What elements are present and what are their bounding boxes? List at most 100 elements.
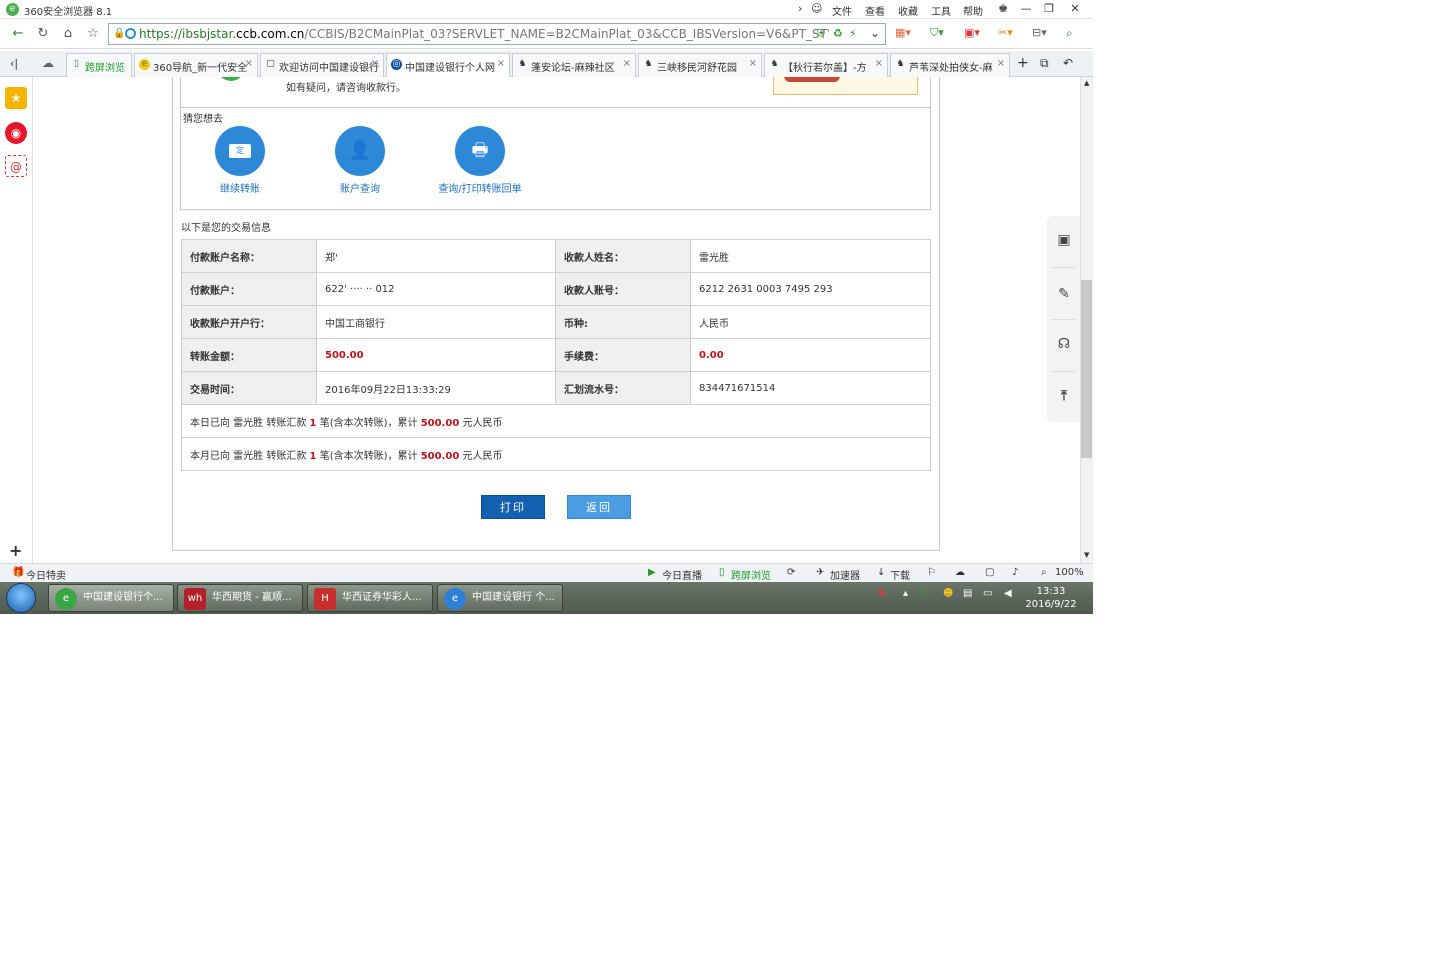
zoom-level[interactable]: 100% (1055, 567, 1084, 578)
speed-icon[interactable]: ⚡ (849, 27, 857, 40)
minimize-button[interactable]: — (1014, 1, 1038, 17)
sogou-icon[interactable]: S (878, 588, 885, 599)
taskbar-item-ie[interactable]: e 中国建设银行 个... (437, 584, 563, 612)
table-row: 本月已向 雷光胜 转账汇款 1 笔(含本次转账)，累计 500.00 元人民币 (181, 437, 931, 471)
status-accelerator[interactable]: 加速器 (830, 567, 860, 582)
close-tab-icon[interactable]: × (371, 58, 379, 69)
apps-icon[interactable]: ▦▾ (895, 26, 911, 39)
window-icon[interactable]: ▢ (985, 567, 994, 578)
security-tray-icon[interactable]: ⛨ (919, 588, 927, 599)
security-icon[interactable]: ⛉▾ (930, 26, 944, 40)
daily-deals-link[interactable]: 今日特卖 (26, 567, 66, 582)
divider (1051, 371, 1076, 372)
status-cross-screen[interactable]: 跨屏浏览 (731, 567, 771, 582)
taskbar-item-futures[interactable]: wh 华西期货 - 赢顺... (177, 584, 303, 612)
promo-banner[interactable] (773, 77, 918, 95)
tab-bbs-2[interactable]: ♞ 三峡移民河舒花园 × (638, 53, 762, 77)
fee-label: 手续费： (555, 338, 691, 372)
star-icon[interactable]: ☆ (84, 26, 102, 42)
pdf-icon[interactable]: ▣▾ (964, 26, 980, 39)
network-tray-icon[interactable]: ▭ (983, 588, 992, 599)
flag-icon[interactable]: ⚐ (927, 567, 936, 578)
volume-tray-icon[interactable]: ◀ (1004, 588, 1012, 599)
amount-label: 转账金额： (181, 338, 317, 372)
menu-favorites[interactable]: 收藏 (898, 3, 918, 18)
time-label: 交易时间： (181, 371, 317, 405)
tab-ccb-welcome[interactable]: ▢ 欢迎访问中国建设银行 × (260, 53, 384, 77)
quick-action-account-query[interactable]: 👤 账户查询 (290, 126, 430, 195)
menu-view[interactable]: 查看 (865, 3, 885, 18)
address-row: ← ↻ ⌂ ☆ 🔒 https://ibsbjstar.ccb.com.cn/C… (0, 19, 1093, 49)
close-tab-icon[interactable]: × (749, 58, 757, 69)
windows-start-icon[interactable] (6, 583, 36, 613)
close-tab-icon[interactable]: × (997, 58, 1005, 69)
refresh-icon[interactable]: ↻ (34, 26, 52, 42)
tab-bbs-1[interactable]: ♞ 蓬安论坛-麻辣社区 × (512, 53, 636, 77)
tab-360-nav[interactable]: e 360导航_新一代安全 × (134, 53, 258, 77)
scroll-thumb[interactable] (1081, 280, 1092, 458)
translate-icon[interactable]: ⊟▾ (1032, 26, 1047, 39)
usb-tray-icon[interactable]: ▤ (963, 588, 972, 599)
scroll-up-icon[interactable]: ▲ (1084, 79, 1089, 87)
info-title: 以下是您的交易信息 (181, 223, 271, 234)
cloud-icon[interactable]: ☁ (42, 56, 54, 70)
tray-expand-icon[interactable]: ▴ (903, 588, 908, 599)
email-icon[interactable]: @ (5, 155, 27, 177)
add-sidebar-icon[interactable]: + (9, 541, 22, 560)
cloud-sync-icon[interactable]: ☁ (955, 567, 965, 578)
user-icon[interactable]: ☺ (811, 2, 822, 15)
address-bar[interactable]: 🔒 https://ibsbjstar.ccb.com.cn/CCBIS/B2C… (108, 23, 886, 45)
status-live[interactable]: 今日直播 (662, 567, 702, 582)
phone-icon: ▯ (719, 567, 725, 578)
close-tab-icon[interactable]: × (623, 58, 631, 69)
chevron-down-icon[interactable]: ⌄ (870, 26, 880, 40)
menu-tools[interactable]: 工具 (931, 3, 951, 18)
weibo-icon[interactable]: ◉ (5, 122, 27, 144)
search-icon[interactable]: ⌕ (1066, 26, 1073, 41)
close-tab-icon[interactable]: × (875, 58, 883, 69)
clock[interactable]: 13:33 2016/9/22 (1022, 585, 1080, 611)
favorites-star-icon[interactable]: ★ (5, 87, 27, 109)
tab-bbs-4[interactable]: ♞ 芦苇深处拍侠女-麻 × (890, 53, 1010, 77)
table-row: 交易时间： 2016年09月22日13:33:29 汇划流水号： 8344716… (181, 371, 931, 405)
maximize-button[interactable]: ❐ (1037, 1, 1061, 17)
screenshot-icon[interactable]: ✂▾ (998, 26, 1013, 39)
chat-tray-icon[interactable]: ☻ (943, 588, 953, 599)
home-icon[interactable]: ⌂ (59, 26, 77, 42)
skin-icon[interactable]: ♚ (991, 1, 1015, 17)
account-search-icon: 👤 (335, 126, 385, 176)
back-button[interactable]: 返回 (567, 495, 631, 519)
menu-help[interactable]: 帮助 (963, 3, 983, 18)
chevron-right-icon[interactable]: › (798, 2, 802, 15)
close-button[interactable]: ✕ (1063, 1, 1087, 17)
back-icon[interactable]: ← (9, 26, 27, 42)
taskbar-item-360-browser[interactable]: e 中国建设银行个... (48, 584, 174, 612)
menu-file[interactable]: 文件 (832, 3, 852, 18)
close-tab-icon[interactable]: × (245, 58, 253, 69)
edit-icon[interactable]: ✎ (1054, 284, 1074, 304)
tab-cross-screen[interactable]: ▯ 跨屏浏览 (66, 53, 132, 77)
ie-icon: e (444, 588, 466, 610)
status-download[interactable]: 下载 (890, 567, 910, 582)
tab-ccb-personal[interactable]: ◎ 中国建设银行个人网 × (386, 53, 510, 78)
close-tab-icon[interactable]: × (497, 58, 505, 69)
tab-list-icon[interactable]: ‹| (10, 57, 18, 70)
undo-close-icon[interactable]: ↶ (1063, 56, 1073, 70)
print-button[interactable]: 打印 (481, 495, 545, 519)
contact-card-icon[interactable]: ▣ (1054, 230, 1074, 250)
quick-action-print-receipt[interactable]: 🖶 查询/打印转账回单 (410, 126, 550, 195)
refresh-status-icon[interactable]: ⟳ (787, 567, 795, 578)
customer-service-icon[interactable]: ☊ (1054, 334, 1074, 354)
tab-strip: ‹| ☁ ▯ 跨屏浏览 e 360导航_新一代安全 × ▢ 欢迎访问中国建设银行 × ◎ 中… (0, 51, 1093, 78)
back-to-top-icon[interactable]: ⤒ (1054, 386, 1074, 406)
speaker-icon[interactable]: ♪ (1012, 567, 1018, 578)
payee-bank-value: 中国工商银行 (316, 305, 556, 339)
taskbar-item-securities[interactable]: H 华西证券华彩人... (307, 584, 433, 612)
scroll-down-icon[interactable]: ▼ (1084, 551, 1089, 559)
new-tab-icon[interactable]: + (1017, 55, 1029, 71)
recycle-icon[interactable]: ♻ (833, 27, 843, 40)
quick-action-continue-transfer[interactable]: 定 继续转账 (170, 126, 310, 195)
tab-bbs-3[interactable]: ♞ 【秋行若尔盖】-方 × (764, 53, 888, 77)
restore-tabs-icon[interactable]: ⧉ (1040, 56, 1049, 71)
shield-icon[interactable]: ⛨ (817, 27, 825, 41)
